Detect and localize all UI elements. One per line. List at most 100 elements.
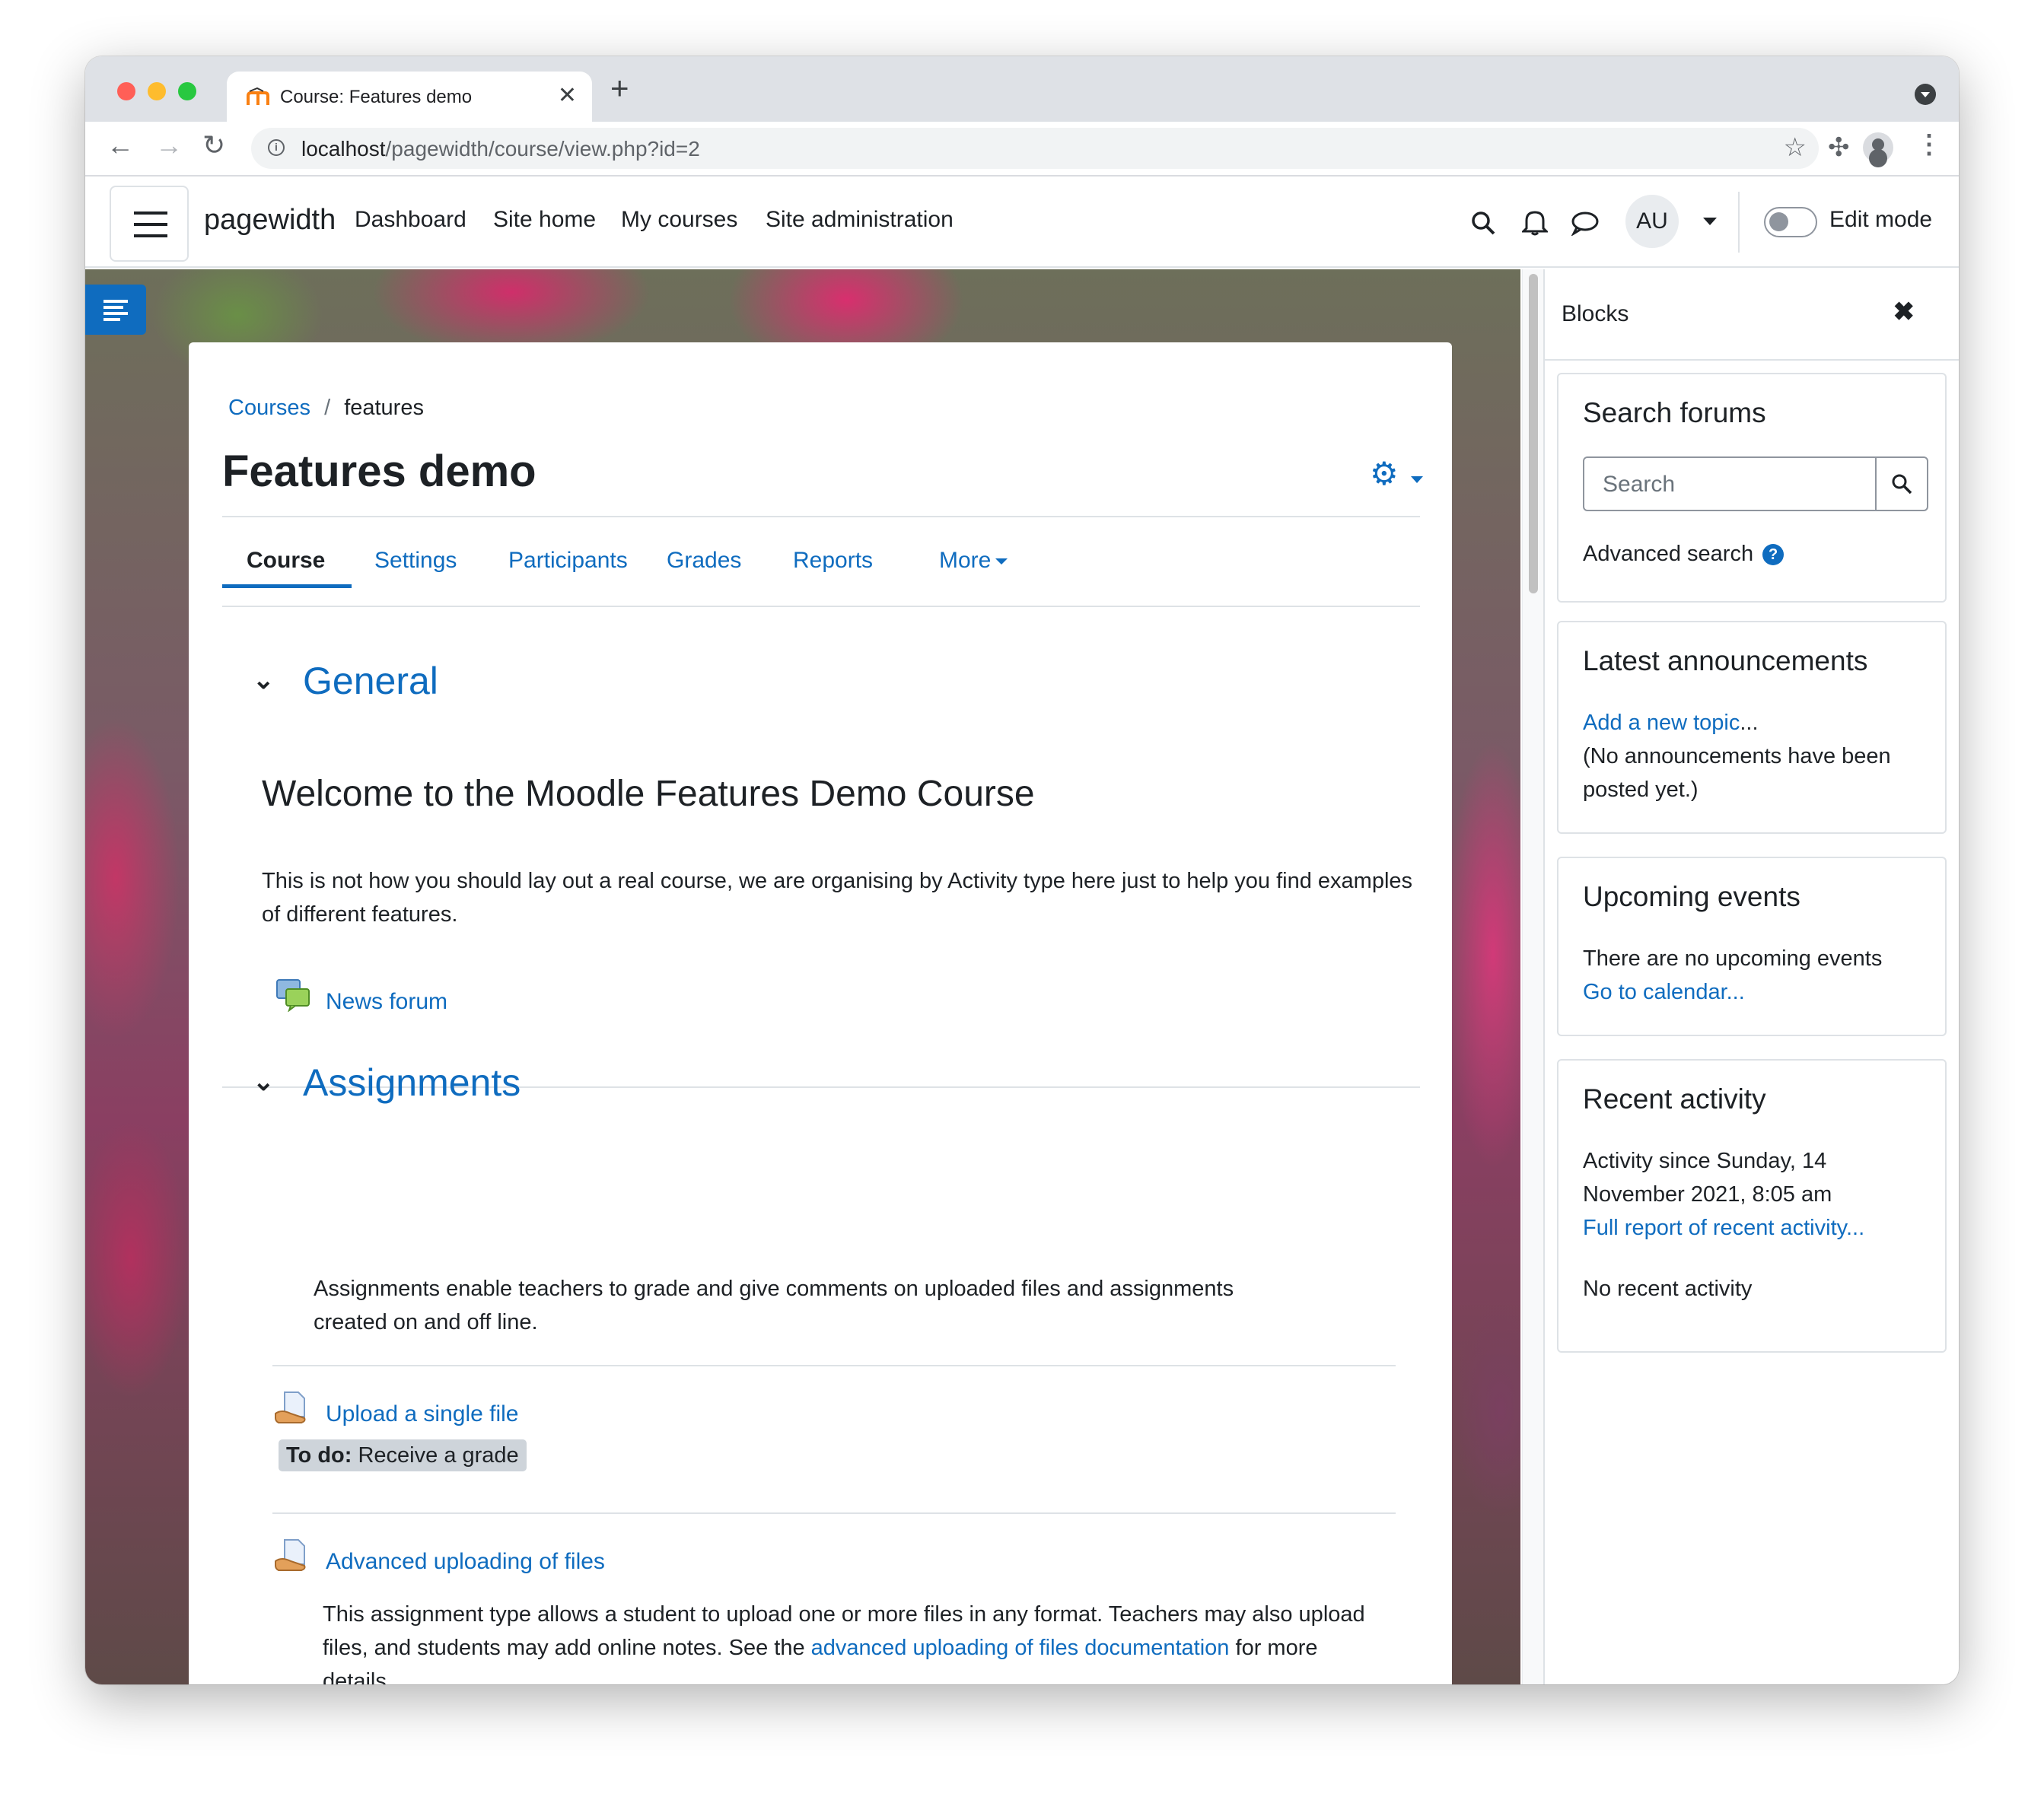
no-events-text: There are no upcoming events xyxy=(1583,946,1883,971)
nav-dashboard[interactable]: Dashboard xyxy=(355,207,466,233)
nav-site-administration[interactable]: Site administration xyxy=(766,207,954,233)
breadcrumb-courses[interactable]: Courses xyxy=(228,396,310,420)
latest-announcements-block: Latest announcements Add a new topic... … xyxy=(1557,621,1947,834)
upcoming-events-block: Upcoming events There are no upcoming ev… xyxy=(1557,857,1947,1036)
block-title: Recent activity xyxy=(1583,1083,1766,1115)
browser-window: Course: Features demo ✕ + ← → ↻ i localh… xyxy=(85,56,1959,1684)
browser-tab[interactable]: Course: Features demo ✕ xyxy=(227,72,592,122)
gear-icon[interactable]: ⚙ xyxy=(1370,455,1399,492)
minimize-window-button[interactable] xyxy=(148,82,166,100)
collapse-chevron-icon[interactable]: ⌄ xyxy=(253,665,275,695)
section-title-assignments[interactable]: Assignments xyxy=(303,1061,521,1105)
profile-icon[interactable] xyxy=(1863,132,1893,163)
bell-icon[interactable] xyxy=(1522,208,1548,236)
divider xyxy=(222,516,1420,517)
tab-search-icon[interactable] xyxy=(1915,84,1936,105)
tab-title: Course: Features demo xyxy=(280,87,473,107)
content-scrollbar[interactable] xyxy=(1522,269,1544,1684)
tab-close-icon[interactable]: ✕ xyxy=(558,82,577,109)
site-brand[interactable]: pagewidth xyxy=(204,204,336,237)
tab-reports[interactable]: Reports xyxy=(793,548,873,574)
divider xyxy=(272,1512,1396,1514)
reload-icon[interactable]: ↻ xyxy=(202,129,225,161)
breadcrumb-separator: / xyxy=(324,396,331,420)
chevron-down-icon[interactable] xyxy=(1411,476,1423,483)
help-icon[interactable]: ? xyxy=(1762,544,1785,566)
close-window-button[interactable] xyxy=(117,82,135,100)
new-tab-button[interactable]: + xyxy=(610,70,629,107)
block-title: Search forums xyxy=(1583,397,1766,428)
advanced-upload-description: This assignment type allows a student to… xyxy=(323,1602,1365,1684)
browser-menu-icon[interactable]: ⋮ xyxy=(1916,129,1942,160)
zoom-window-button[interactable] xyxy=(178,82,196,100)
close-icon[interactable]: ✖ xyxy=(1893,297,1915,327)
activity-since-text: Activity since Sunday, 14 November 2021,… xyxy=(1583,1149,1832,1207)
url-text: localhost/pagewidth/course/view.php?id=2 xyxy=(301,137,700,161)
upload-single-file-link[interactable]: Upload a single file xyxy=(326,1401,519,1427)
block-title: Upcoming events xyxy=(1583,881,1800,912)
advanced-upload-link[interactable]: Advanced uploading of files xyxy=(326,1549,605,1575)
search-icon xyxy=(1892,474,1912,495)
recent-activity-content: Activity since Sunday, 14 November 2021,… xyxy=(1583,1144,1925,1245)
browser-toolbar: ← → ↻ i localhost/pagewidth/course/view.… xyxy=(85,122,1959,177)
search-icon[interactable] xyxy=(1470,210,1496,236)
search-button[interactable] xyxy=(1875,456,1928,511)
general-summary: This is not how you should lay out a rea… xyxy=(262,869,1413,927)
drawer-title: Blocks xyxy=(1562,301,1629,326)
upcoming-content: There are no upcoming events Go to calen… xyxy=(1583,942,1925,1009)
course-secondary-nav: Course Settings Participants Grades Repo… xyxy=(222,525,1420,589)
edit-mode-toggle[interactable] xyxy=(1764,207,1817,237)
advanced-upload-docs-link[interactable]: advanced uploading of files documentatio… xyxy=(811,1636,1230,1660)
full-report-link[interactable]: Full report of recent activity... xyxy=(1583,1216,1864,1240)
search-input[interactable]: Search xyxy=(1583,456,1877,511)
announcements-content: Add a new topic... (No announcements hav… xyxy=(1583,711,1891,802)
scrollbar-thumb[interactable] xyxy=(1529,274,1538,593)
chevron-down-icon xyxy=(995,558,1008,565)
news-forum-link[interactable]: News forum xyxy=(326,989,447,1015)
nav-my-courses[interactable]: My courses xyxy=(621,207,737,233)
recent-activity-block: Recent activity Activity since Sunday, 1… xyxy=(1557,1059,1947,1353)
bookmark-star-icon[interactable]: ☆ xyxy=(1784,132,1807,163)
breadcrumb: Courses / features xyxy=(228,396,424,421)
moodle-favicon-icon xyxy=(247,87,269,105)
blocks-drawer: Blocks ✖ Search forums Search Advanced s… xyxy=(1543,269,1959,1684)
assignment-icon xyxy=(275,1539,306,1571)
tab-more[interactable]: More xyxy=(939,548,1008,574)
address-bar[interactable]: i localhost/pagewidth/course/view.php?id… xyxy=(251,128,1819,169)
edit-mode-label: Edit mode xyxy=(1829,207,1933,232)
tab-settings[interactable]: Settings xyxy=(374,548,457,574)
breadcrumb-current[interactable]: features xyxy=(344,396,424,420)
no-announcements-text: (No announcements have been posted yet.) xyxy=(1583,744,1891,802)
block-title: Latest announcements xyxy=(1583,645,1868,676)
tab-grades[interactable]: Grades xyxy=(667,548,741,574)
hamburger-menu-icon[interactable] xyxy=(110,186,189,262)
assignments-summary: Assignments enable teachers to grade and… xyxy=(314,1277,1234,1334)
tab-participants[interactable]: Participants xyxy=(508,548,628,574)
back-arrow-icon[interactable]: ← xyxy=(107,129,134,161)
tab-course[interactable]: Course xyxy=(247,548,325,574)
collapse-chevron-icon[interactable]: ⌄ xyxy=(253,1067,275,1097)
divider xyxy=(272,1365,1396,1366)
user-menu-caret-icon[interactable] xyxy=(1703,218,1717,225)
course-content-card: Courses / features Features demo ⚙ Cours… xyxy=(189,342,1452,1684)
advanced-search-link[interactable]: Advanced search? xyxy=(1583,537,1785,571)
calendar-link[interactable]: Go to calendar... xyxy=(1583,980,1745,1004)
no-recent-activity-text: No recent activity xyxy=(1583,1277,1753,1301)
todo-badge: To do: Receive a grade xyxy=(279,1439,527,1471)
site-info-icon[interactable]: i xyxy=(268,139,285,156)
nav-site-home[interactable]: Site home xyxy=(493,207,596,233)
add-topic-link[interactable]: Add a new topic xyxy=(1583,711,1740,735)
tab-strip: Course: Features demo ✕ + xyxy=(85,56,1959,122)
welcome-heading: Welcome to the Moodle Features Demo Cour… xyxy=(262,774,1035,814)
divider xyxy=(1545,359,1959,361)
course-index-toggle-icon[interactable] xyxy=(85,285,146,335)
message-icon[interactable] xyxy=(1571,210,1600,236)
extensions-icon[interactable]: ✣ xyxy=(1828,132,1850,163)
active-tab-indicator xyxy=(222,584,352,588)
user-avatar[interactable]: AU xyxy=(1625,195,1679,248)
site-navbar: pagewidth Dashboard Site home My courses… xyxy=(85,177,1959,268)
page-title: Features demo xyxy=(222,447,536,496)
forward-arrow-icon[interactable]: → xyxy=(155,129,183,161)
assignment-icon xyxy=(275,1391,306,1423)
section-title-general[interactable]: General xyxy=(303,659,438,703)
